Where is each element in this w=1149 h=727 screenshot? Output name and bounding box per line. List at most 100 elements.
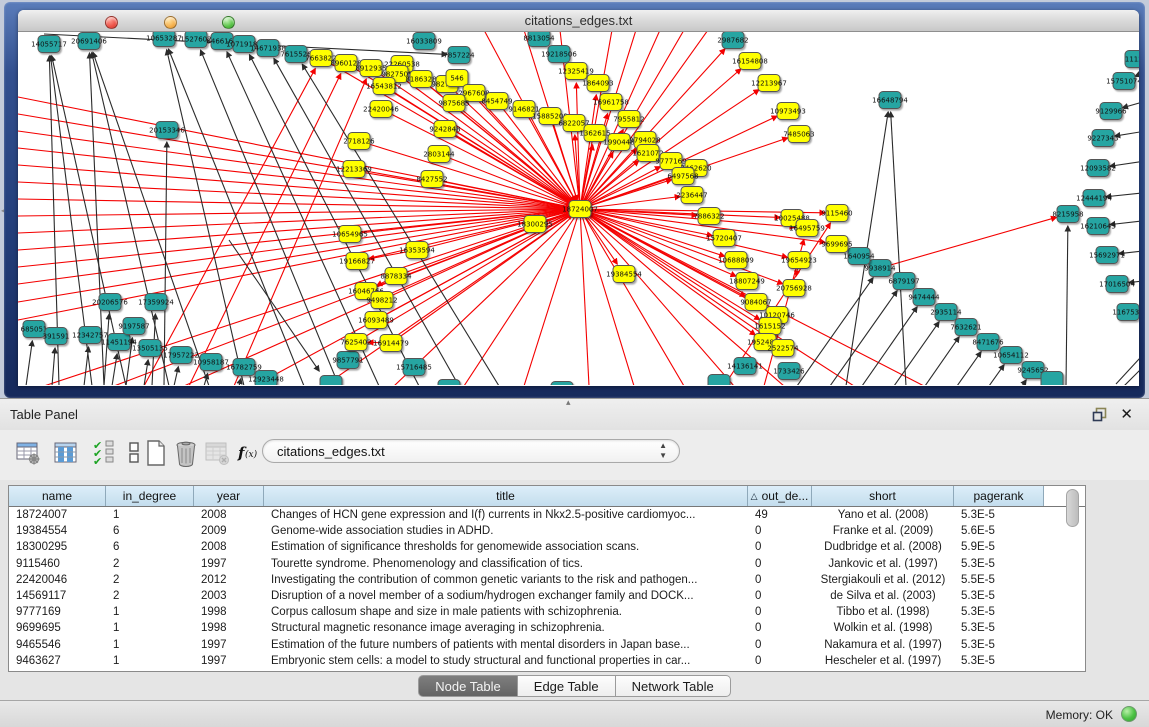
table-row[interactable]: 946554611997Estimation of the future num…	[9, 637, 1085, 653]
graph-node[interactable]: 16154808	[732, 53, 768, 70]
new-document-icon[interactable]	[142, 438, 170, 468]
graph-node[interactable]: 15720407	[706, 230, 742, 247]
table-settings-icon[interactable]	[14, 438, 42, 468]
graph-node[interactable]: 20691406	[71, 33, 107, 50]
close-panel-icon[interactable]: ✕	[1120, 405, 1133, 423]
graph-node[interactable]: 2935114	[930, 304, 962, 321]
graph-node[interactable]: 9474444	[908, 289, 940, 306]
graph-node[interactable]: 8878334	[380, 268, 412, 285]
graph-node[interactable]: 7632621	[950, 319, 981, 336]
graph-node[interactable]: 2987682	[717, 32, 748, 49]
graph-node[interactable]: 6879197	[888, 273, 919, 290]
table-cell: Tibbo et al. (1998)	[812, 604, 954, 620]
column-header-short[interactable]: short	[812, 486, 954, 506]
graph-node[interactable]: 16033809	[406, 33, 442, 50]
table-row[interactable]: 1830029562008Estimation of significance …	[9, 539, 1085, 555]
network-graph-canvas[interactable]: 1405571720691406106532871527602646616010…	[18, 32, 1139, 385]
delete-trash-icon[interactable]	[172, 438, 200, 468]
graph-node[interactable]	[1041, 372, 1063, 386]
graph-node[interactable]: 19218506	[541, 46, 577, 63]
graph-node[interactable]: 9498212	[366, 292, 397, 309]
graph-node[interactable]: 10653287	[146, 32, 182, 47]
graph-node[interactable]	[708, 375, 730, 386]
graph-node[interactable]: 16210643	[1080, 218, 1116, 235]
graph-node[interactable]: 15716485	[396, 359, 432, 376]
graph-node[interactable]: 14055717	[31, 36, 67, 53]
graph-node[interactable]: 1167533	[1112, 304, 1139, 321]
column-header-out_de[interactable]: △out_de...	[748, 486, 812, 506]
graph-node[interactable]: 8215958	[1052, 206, 1083, 223]
graph-node[interactable]: 9875685	[438, 95, 469, 112]
graph-node[interactable]: 11124	[1125, 51, 1139, 68]
graph-node[interactable]: 2522574	[767, 340, 799, 357]
graph-node[interactable]: 12093582	[1080, 160, 1116, 177]
graph-node[interactable]: 7485063	[783, 126, 814, 143]
graph-node[interactable]: 12213967	[751, 75, 787, 92]
graph-node[interactable]: 1864093	[582, 75, 613, 92]
graph-node[interactable]: 546	[446, 70, 468, 87]
table-row[interactable]: 1456911722003Disruption of a novel membe…	[9, 588, 1085, 604]
graph-node[interactable]: 20206576	[92, 294, 128, 311]
graph-node[interactable]	[551, 382, 573, 386]
graph-node[interactable]: 6497568	[667, 168, 698, 185]
graph-node[interactable]: 2236447	[676, 187, 707, 204]
table-row[interactable]: 1938455462009Genome-wide association stu…	[9, 523, 1085, 539]
graph-node[interactable]: 19654923	[781, 252, 817, 269]
table-row[interactable]: 911546021997Tourette syndrome. Phenomeno…	[9, 556, 1085, 572]
column-header-pagerank[interactable]: pagerank	[954, 486, 1044, 506]
table-row[interactable]: 1872400712008Changes of HCN gene express…	[9, 507, 1085, 523]
graph-node[interactable]: 2718126	[343, 133, 375, 150]
column-header-in_degree[interactable]: in_degree	[106, 486, 194, 506]
graph-node[interactable]: 8427552	[416, 171, 447, 188]
function-builder-icon[interactable]: f(x)	[236, 438, 264, 468]
column-header-name[interactable]: name	[9, 486, 106, 506]
graph-node[interactable]: 9129966	[1095, 103, 1127, 120]
table-row[interactable]: 2242004622012Investigating the contribut…	[9, 572, 1085, 588]
graph-node[interactable]: 1615152	[754, 318, 785, 335]
graph-node[interactable]: 9197587	[118, 318, 149, 335]
table-row[interactable]: 977716911998Corpus callosum shape and si…	[9, 604, 1085, 620]
tab-node-table[interactable]: Node Table	[418, 675, 518, 697]
graph-node[interactable]	[438, 380, 460, 386]
graph-node[interactable]	[320, 376, 342, 386]
graph-node[interactable]: 7857224	[443, 47, 475, 64]
graph-node[interactable]: 20756928	[776, 280, 812, 297]
float-panel-icon[interactable]	[1092, 407, 1107, 422]
graph-node[interactable]: 8471676	[972, 334, 1004, 351]
graph-node[interactable]: 2803144	[423, 146, 455, 163]
graph-node[interactable]: 17016504	[1099, 276, 1135, 293]
table-selector-dropdown[interactable]: citations_edges.txt ▲▼	[262, 439, 680, 463]
column-header-title[interactable]: title	[264, 486, 748, 506]
column-header-year[interactable]: year	[194, 486, 264, 506]
table-row[interactable]: 946362711997Embryonic stem cells: a mode…	[9, 653, 1085, 669]
graph-node[interactable]: 9242848	[429, 121, 460, 138]
tab-edge-table[interactable]: Edge Table	[518, 675, 616, 697]
splitter-handle-icon[interactable]: ▴	[566, 397, 571, 408]
column-visibility-icon[interactable]	[52, 438, 80, 468]
graph-node[interactable]: 9699695	[821, 236, 852, 253]
graph-node[interactable]: 9115460	[821, 205, 852, 222]
graph-node[interactable]: 15692971	[1089, 247, 1125, 264]
graph-node[interactable]: 9227343	[1087, 130, 1118, 147]
graph-node[interactable]: 7955812	[613, 111, 644, 128]
graph-node[interactable]: 19384554	[606, 266, 642, 283]
graph-node[interactable]: 16648794	[872, 92, 908, 109]
scrollbar-thumb[interactable]	[1066, 489, 1079, 527]
graph-node[interactable]: 391591	[43, 328, 70, 345]
row-selection-icon[interactable]: ✔✔✔	[90, 438, 118, 468]
graph-node[interactable]: 10654965	[332, 226, 368, 243]
graph-node[interactable]: 7886322	[693, 208, 724, 225]
graph-node[interactable]: 17359924	[138, 294, 174, 311]
graph-node[interactable]: 7625402	[340, 334, 371, 351]
graph-node[interactable]: 12213369	[336, 161, 372, 178]
graph-node[interactable]: 8813054	[523, 32, 555, 47]
graph-node[interactable]: 12444194	[1076, 190, 1112, 207]
network-window-titlebar[interactable]: citations_edges.txt	[18, 10, 1139, 32]
graph-node[interactable]: 9857791	[332, 352, 363, 369]
table-scrollbar[interactable]	[1066, 489, 1081, 649]
graph-node[interactable]: 15751074	[1106, 73, 1139, 90]
graph-node[interactable]: 10688809	[718, 252, 754, 269]
tab-network-table[interactable]: Network Table	[616, 675, 731, 697]
table-row[interactable]: 969969511998Structural magnetic resonanc…	[9, 620, 1085, 636]
graph-node[interactable]: 1733426	[773, 363, 805, 380]
